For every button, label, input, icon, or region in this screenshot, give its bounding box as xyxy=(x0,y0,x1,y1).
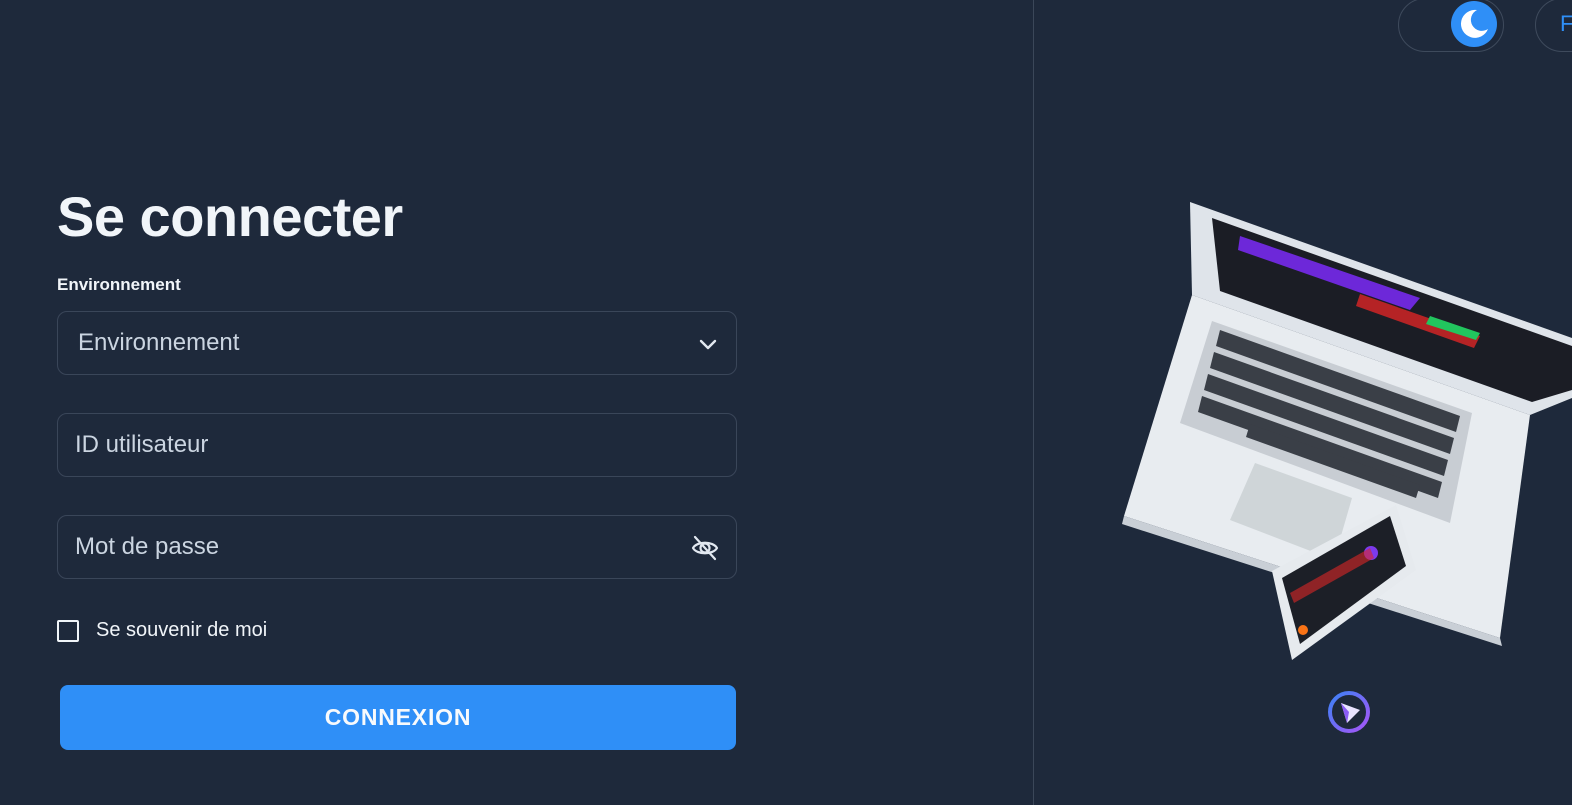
theme-toggle-knob xyxy=(1451,1,1497,47)
login-button[interactable]: CONNEXION xyxy=(60,685,736,750)
chevron-down-icon xyxy=(699,339,717,350)
login-page: Se connecter Environnement Environnement… xyxy=(0,0,1572,805)
environment-select[interactable]: Environnement xyxy=(57,311,737,375)
remember-me-row[interactable]: Se souvenir de moi xyxy=(57,619,267,642)
eye-off-icon[interactable] xyxy=(690,533,720,563)
password-placeholder: Mot de passe xyxy=(75,533,220,560)
remember-me-checkbox[interactable] xyxy=(57,619,79,642)
environment-label: Environnement xyxy=(57,275,181,294)
page-title: Se connecter xyxy=(57,185,403,248)
user-id-input[interactable]: ID utilisateur xyxy=(57,413,737,477)
panel-divider xyxy=(1033,0,1034,805)
moon-icon xyxy=(1460,9,1488,38)
environment-select-value: Environnement xyxy=(78,329,240,356)
theme-toggle[interactable] xyxy=(1398,0,1504,52)
language-button[interactable]: F xyxy=(1535,0,1572,52)
user-id-placeholder: ID utilisateur xyxy=(75,431,209,458)
remember-me-label: Se souvenir de moi xyxy=(96,619,268,641)
password-input[interactable]: Mot de passe xyxy=(57,515,737,579)
brand-logo-icon xyxy=(1328,691,1370,733)
device-illustration xyxy=(1122,202,1572,660)
language-label: F xyxy=(1560,11,1572,37)
